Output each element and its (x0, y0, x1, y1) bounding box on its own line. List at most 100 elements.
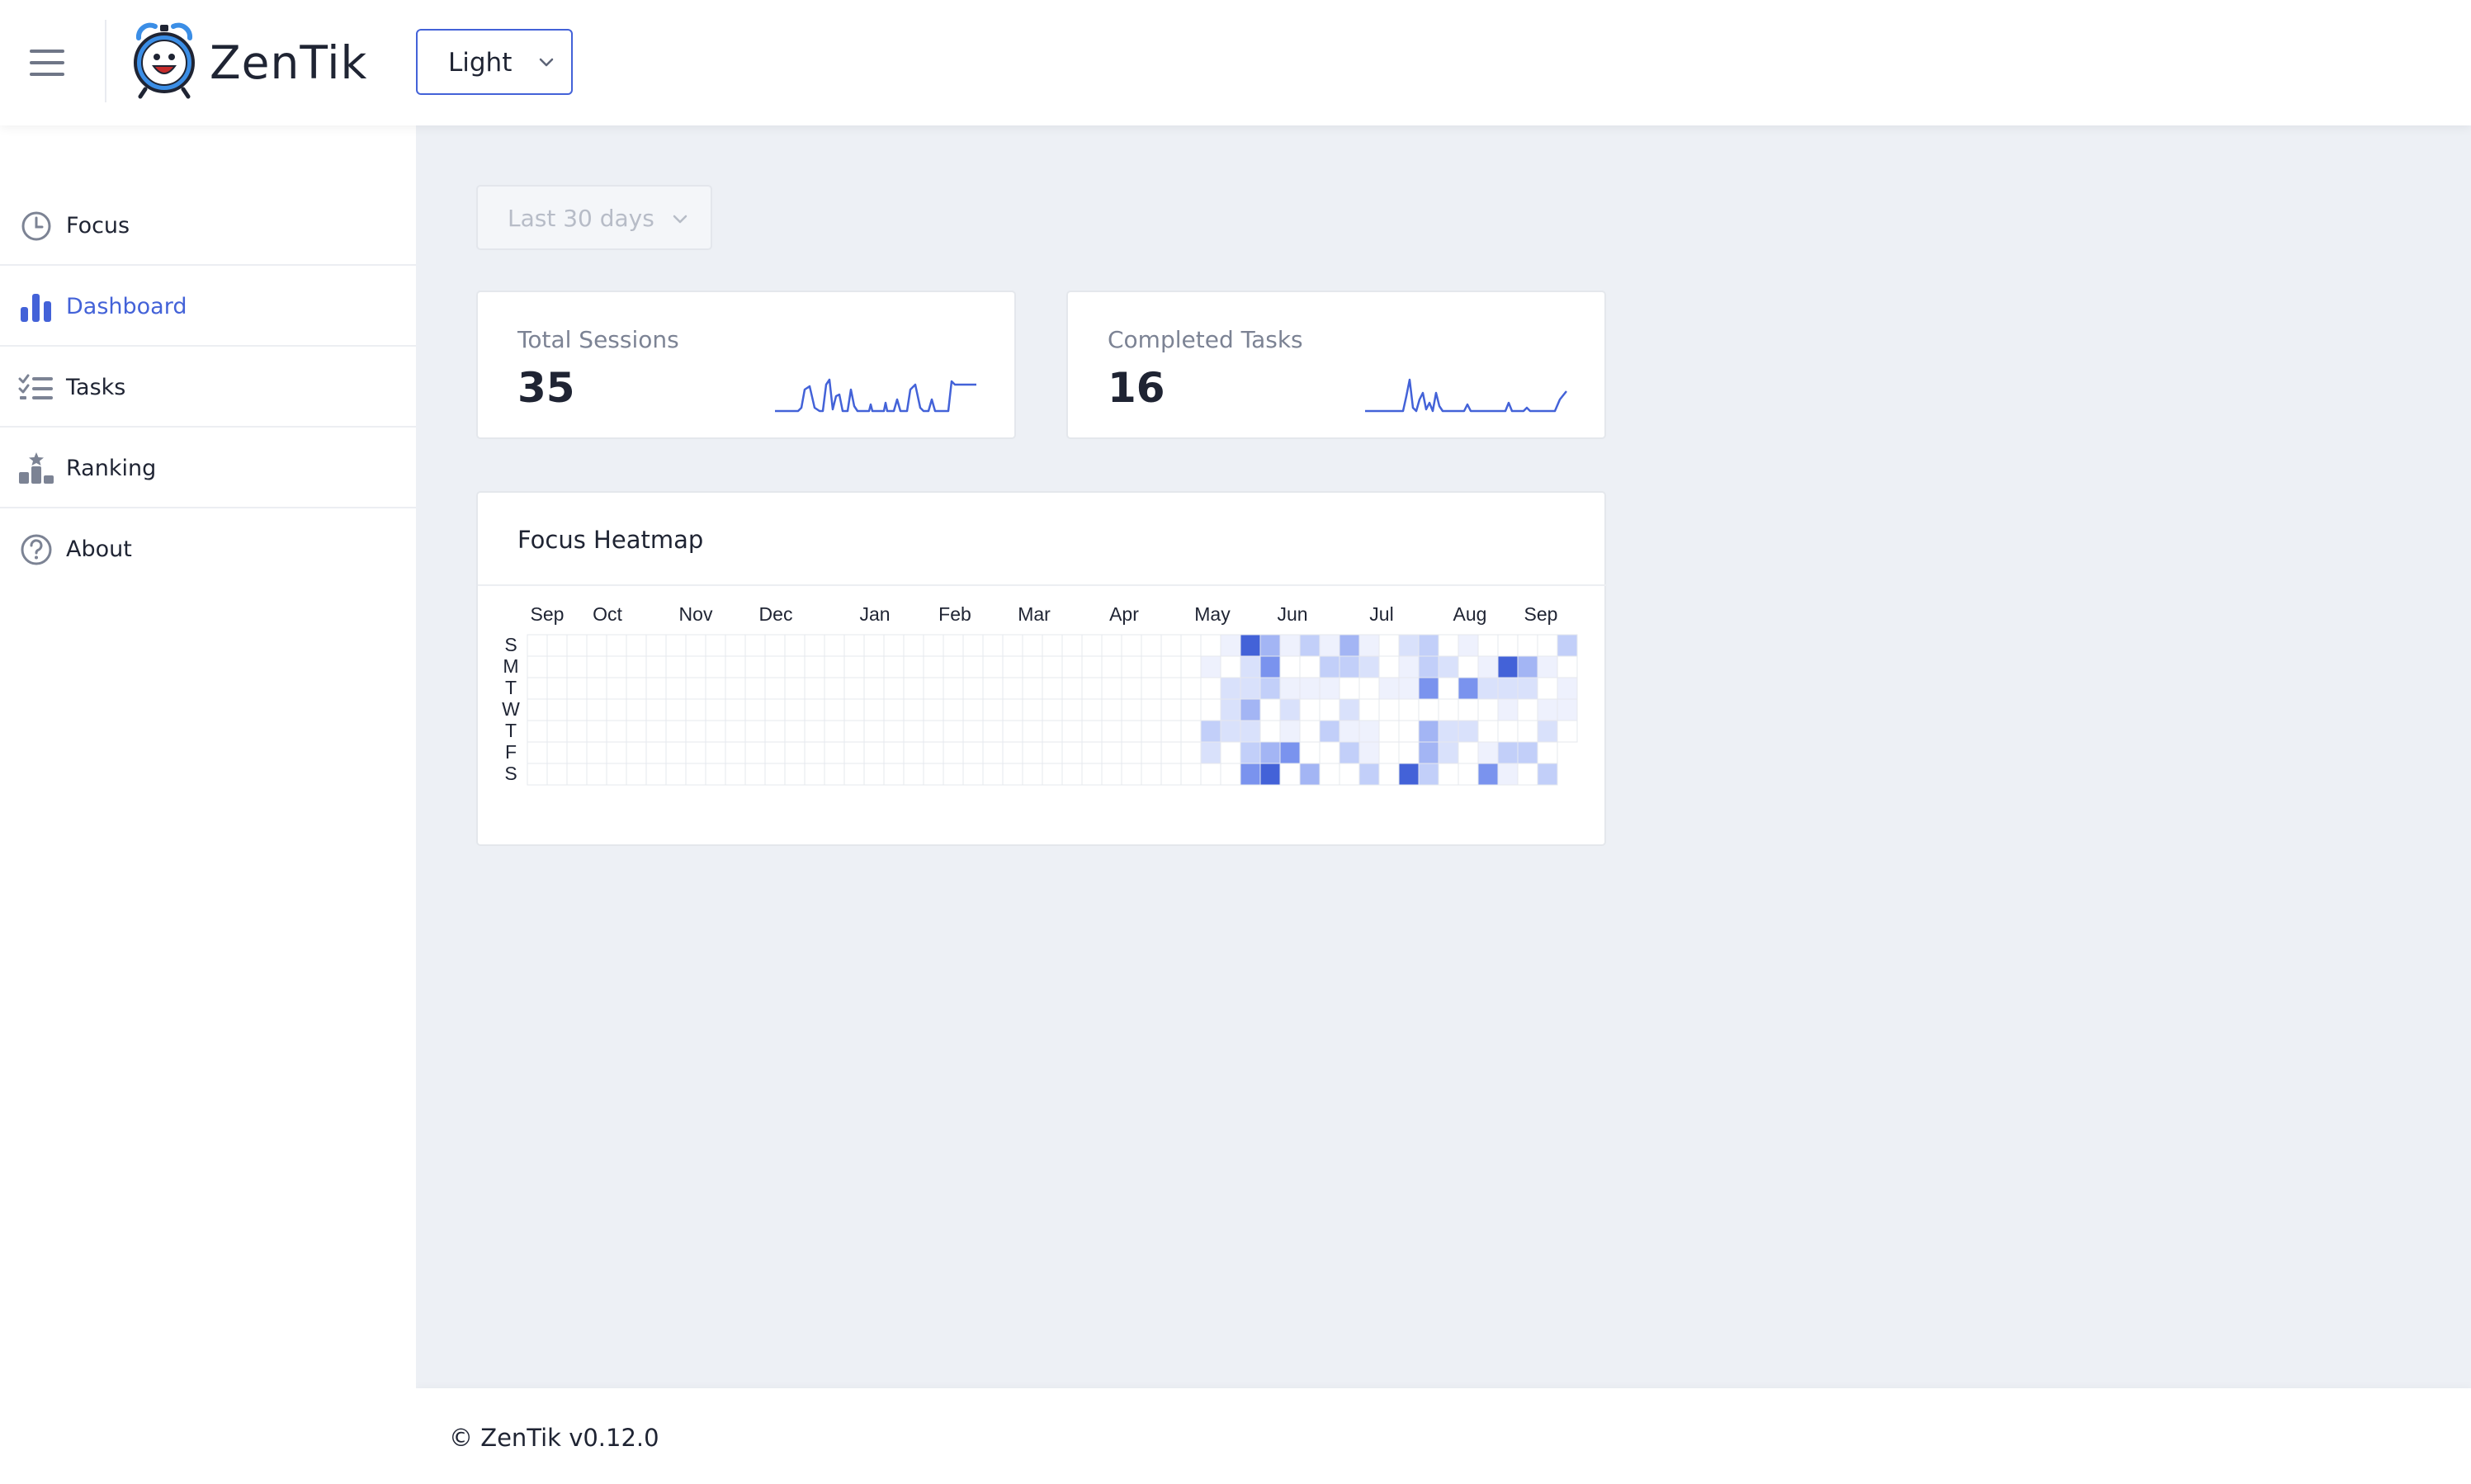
heatmap-cell[interactable] (824, 720, 845, 743)
heatmap-cell[interactable] (725, 720, 746, 743)
heatmap-cell[interactable] (764, 655, 786, 678)
heatmap-cell[interactable] (566, 655, 588, 678)
heatmap-cell[interactable] (1081, 655, 1103, 678)
heatmap-cell[interactable] (962, 763, 984, 786)
heatmap-cell[interactable] (1061, 634, 1083, 657)
heatmap-cell[interactable] (1240, 677, 1261, 700)
heatmap-cell[interactable] (1141, 720, 1162, 743)
heatmap-cell[interactable] (685, 634, 706, 657)
heatmap-cell[interactable] (527, 763, 548, 786)
heatmap-cell[interactable] (1319, 763, 1340, 786)
heatmap-cell[interactable] (566, 634, 588, 657)
heatmap-cell[interactable] (883, 677, 905, 700)
heatmap-cell[interactable] (1299, 720, 1321, 743)
heatmap-cell[interactable] (1497, 763, 1519, 786)
heatmap-cell[interactable] (1200, 634, 1221, 657)
heatmap-cell[interactable] (685, 763, 706, 786)
heatmap-cell[interactable] (883, 741, 905, 764)
heatmap-cell[interactable] (1042, 698, 1063, 721)
heatmap-cell[interactable] (1477, 741, 1499, 764)
heatmap-cell[interactable] (982, 763, 1004, 786)
heatmap-cell[interactable] (1022, 720, 1043, 743)
heatmap-cell[interactable] (1477, 655, 1499, 678)
heatmap-cell[interactable] (606, 634, 627, 657)
heatmap-cell[interactable] (744, 763, 766, 786)
heatmap-cell[interactable] (1240, 655, 1261, 678)
heatmap-cell[interactable] (1200, 720, 1221, 743)
heatmap-cell[interactable] (665, 763, 687, 786)
heatmap-cell[interactable] (665, 720, 687, 743)
heatmap-cell[interactable] (923, 634, 944, 657)
heatmap-cell[interactable] (863, 677, 885, 700)
heatmap-cell[interactable] (1299, 698, 1321, 721)
heatmap-cell[interactable] (1121, 741, 1142, 764)
heatmap-cell[interactable] (1200, 677, 1221, 700)
heatmap-cell[interactable] (962, 720, 984, 743)
heatmap-cell[interactable] (527, 720, 548, 743)
heatmap-cell[interactable] (645, 720, 667, 743)
heatmap-cell[interactable] (1319, 698, 1340, 721)
heatmap-cell[interactable] (1220, 634, 1241, 657)
heatmap-cell[interactable] (725, 698, 746, 721)
heatmap-cell[interactable] (1557, 634, 1578, 657)
heatmap-cell[interactable] (1378, 698, 1400, 721)
heatmap-cell[interactable] (1081, 677, 1103, 700)
heatmap-cell[interactable] (606, 655, 627, 678)
heatmap-cell[interactable] (1081, 763, 1103, 786)
heatmap-cell[interactable] (1497, 634, 1519, 657)
heatmap-cell[interactable] (586, 634, 607, 657)
heatmap-cell[interactable] (685, 698, 706, 721)
heatmap-cell[interactable] (784, 741, 806, 764)
heatmap-cell[interactable] (982, 741, 1004, 764)
heatmap-cell[interactable] (883, 763, 905, 786)
heatmap-cell[interactable] (843, 677, 865, 700)
heatmap-cell[interactable] (1398, 741, 1420, 764)
heatmap-cell[interactable] (527, 655, 548, 678)
heatmap-cell[interactable] (1081, 698, 1103, 721)
heatmap-cell[interactable] (943, 763, 964, 786)
heatmap-cell[interactable] (1299, 741, 1321, 764)
heatmap-cell[interactable] (784, 677, 806, 700)
heatmap-cell[interactable] (1121, 698, 1142, 721)
heatmap-cell[interactable] (645, 634, 667, 657)
heatmap-cell[interactable] (863, 634, 885, 657)
heatmap-cell[interactable] (744, 698, 766, 721)
sidebar-item-ranking[interactable]: Ranking (0, 428, 416, 508)
sidebar-item-about[interactable]: About (0, 509, 416, 589)
heatmap-cell[interactable] (1220, 677, 1241, 700)
heatmap-cell[interactable] (1141, 655, 1162, 678)
heatmap-cell[interactable] (1418, 677, 1439, 700)
heatmap-cell[interactable] (1557, 698, 1578, 721)
heatmap-cell[interactable] (606, 698, 627, 721)
heatmap-cell[interactable] (1557, 677, 1578, 700)
heatmap-cell[interactable] (1022, 677, 1043, 700)
heatmap-cell[interactable] (943, 634, 964, 657)
heatmap-cell[interactable] (1378, 634, 1400, 657)
heatmap-cell[interactable] (1458, 763, 1479, 786)
heatmap-cell[interactable] (744, 655, 766, 678)
heatmap-cell[interactable] (685, 677, 706, 700)
heatmap-cell[interactable] (1259, 741, 1281, 764)
heatmap-cell[interactable] (586, 655, 607, 678)
heatmap-cell[interactable] (1259, 634, 1281, 657)
heatmap-cell[interactable] (982, 634, 1004, 657)
heatmap-cell[interactable] (1061, 677, 1083, 700)
heatmap-cell[interactable] (1061, 655, 1083, 678)
heatmap-cell[interactable] (1160, 741, 1182, 764)
heatmap-cell[interactable] (1042, 655, 1063, 678)
heatmap-cell[interactable] (1180, 763, 1202, 786)
heatmap-cell[interactable] (645, 677, 667, 700)
heatmap-cell[interactable] (1339, 720, 1360, 743)
heatmap-cell[interactable] (1537, 698, 1558, 721)
heatmap-cell[interactable] (1002, 698, 1023, 721)
heatmap-cell[interactable] (1121, 677, 1142, 700)
heatmap-cell[interactable] (1200, 655, 1221, 678)
heatmap-cell[interactable] (1378, 720, 1400, 743)
heatmap-cell[interactable] (606, 677, 627, 700)
heatmap-cell[interactable] (982, 677, 1004, 700)
heatmap-cell[interactable] (1002, 763, 1023, 786)
heatmap-cell[interactable] (725, 677, 746, 700)
heatmap-cell[interactable] (903, 655, 924, 678)
heatmap-cell[interactable] (1319, 741, 1340, 764)
heatmap-cell[interactable] (1101, 763, 1122, 786)
